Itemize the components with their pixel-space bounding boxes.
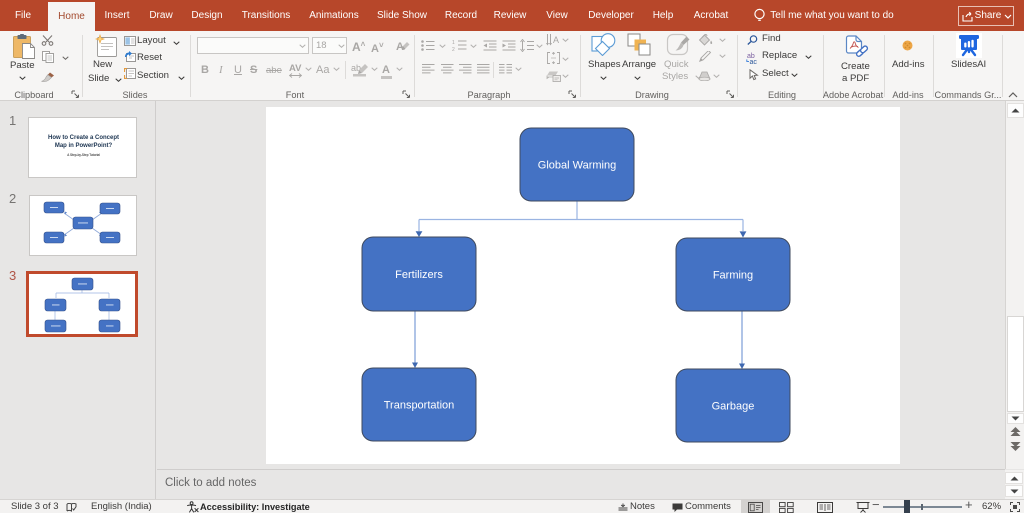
svg-text:Farming: Farming (713, 270, 753, 282)
svg-text:Transportation: Transportation (384, 400, 455, 412)
svg-text:1: 1 (452, 40, 455, 46)
svg-text:Garbage: Garbage (712, 401, 755, 413)
svg-text:A: A (553, 35, 559, 45)
svg-text:2: 2 (452, 47, 455, 52)
svg-text:Fertilizers: Fertilizers (395, 269, 443, 281)
svg-text:ac: ac (750, 59, 758, 64)
svg-text:Global Warming: Global Warming (538, 160, 616, 172)
